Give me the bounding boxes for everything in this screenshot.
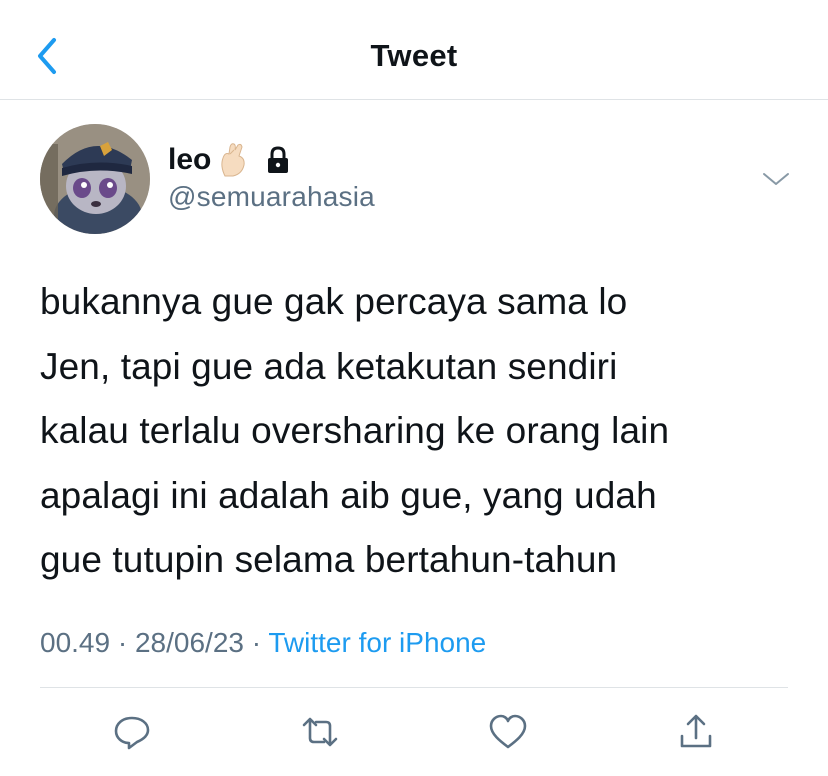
like-icon [489,714,527,749]
share-button[interactable] [676,712,716,752]
lock-icon [265,146,291,174]
avatar-image [40,124,150,234]
tweet-date: 28/06/23 [134,627,244,658]
avatar[interactable] [40,124,150,234]
retweet-icon [302,717,338,747]
tweet-source-link[interactable]: Twitter for iPhone [268,627,486,658]
reply-button[interactable] [112,712,152,752]
tweet-line: kalau terlalu oversharing ke orang lain [40,410,670,451]
tweet-line: bukannya gue gak percaya sama lo [40,281,628,322]
meta-separator: · [243,627,269,658]
share-icon [680,714,712,748]
top-bar: Tweet [0,0,828,100]
divider [40,687,788,688]
retweet-button[interactable] [300,712,340,752]
author-display-name[interactable]: leo [168,143,211,177]
pinched-fingers-icon [217,142,249,178]
chevron-down-icon [763,173,789,185]
tweet-meta: 00.49 · 28/06/23 · Twitter for iPhone [40,627,486,659]
more-options-button[interactable] [760,168,792,190]
tweet-text: bukannya gue gak percaya sama lo Jen, ta… [40,270,800,593]
reply-icon [114,716,150,750]
tweet-line: Jen, tapi gue ada ketakutan sendiri [40,345,618,387]
author-handle[interactable]: @semuarahasia [168,181,375,213]
like-button[interactable] [488,712,528,752]
tweet-line: gue tutupin selama bertahun-tahun [40,539,618,580]
tweet-time: 00.49 [40,627,111,658]
meta-separator: · [110,627,135,658]
page-title: Tweet [370,38,458,73]
tweet-line: apalagi ini adalah aib gue, yang udah [40,474,657,516]
author-name-row: leo [168,140,291,180]
